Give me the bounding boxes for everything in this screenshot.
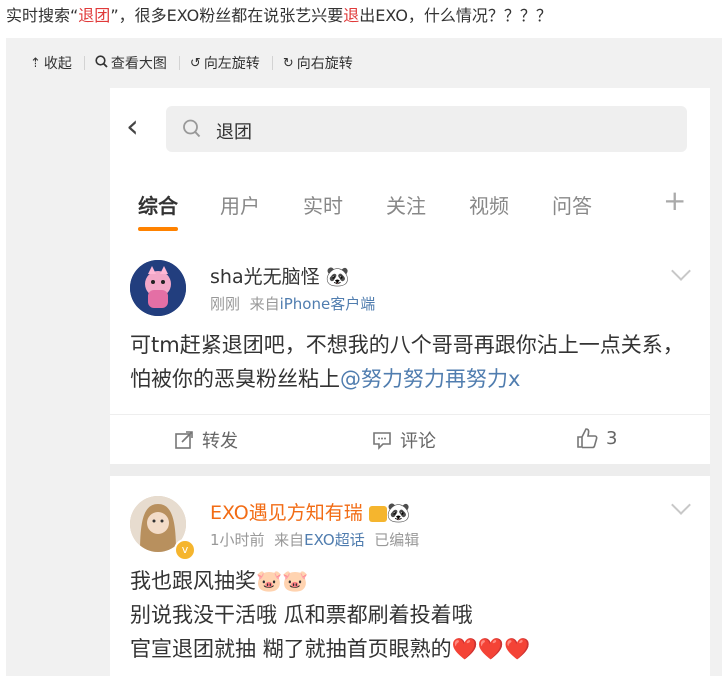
heart-emoji-icon: ❤️❤️❤️ (451, 637, 531, 661)
tab-following[interactable]: 关注 (386, 190, 426, 219)
post-line: 我也跟风抽奖🐷🐷 (130, 564, 690, 598)
repost-button[interactable]: 转发 (174, 427, 238, 453)
post-text: 我也跟风抽奖 (130, 569, 256, 593)
post-body: 可tm赶紧退团吧，不想我的八个哥哥再跟你沾上一点关系，怕被你的恶臭粉丝粘上@努力… (130, 328, 690, 396)
post-source[interactable]: EXO超话 (304, 531, 365, 549)
search-query: 退团 (216, 122, 252, 143)
tab-realtime[interactable]: 实时 (303, 190, 343, 219)
tab-users[interactable]: 用户 (220, 190, 260, 219)
active-tab-indicator (138, 227, 178, 231)
source-prefix: 来自 (249, 295, 280, 313)
search-bar-area: ‹ 退团 (110, 88, 710, 168)
view-large-label: 查看大图 (110, 56, 167, 72)
post-card: v EXO遇见方知有瑞 🐼 1小时前 来自EXO超话 已编辑 我也跟风抽奖🐷🐷 … (110, 476, 710, 676)
post-meta: 刚刚 来自iPhone客户端 (210, 293, 375, 314)
fan-badge-icon (368, 505, 387, 522)
post-meta: 1小时前 来自EXO超话 已编辑 (210, 529, 419, 550)
chevron-down-icon[interactable] (671, 261, 691, 281)
post-actions: 转发 评论 3 (110, 414, 710, 465)
headline-part: 实时搜索“ (6, 6, 79, 25)
post-time: 1小时前 (210, 531, 265, 549)
post-time: 刚刚 (210, 295, 241, 313)
collapse-icon: ⇡ (30, 55, 41, 71)
collapse-button[interactable]: ⇡ 收起 (30, 53, 72, 73)
divider (83, 56, 85, 70)
comment-button[interactable]: 评论 (372, 427, 436, 453)
tab-bar: 综合 用户 实时 关注 视频 问答 + (110, 168, 710, 239)
rotate-left-label: 向左旋转 (203, 56, 260, 72)
post-username[interactable]: EXO遇见方知有瑞 🐼 (210, 498, 410, 525)
divider (271, 56, 273, 70)
post-source[interactable]: iPhone客户端 (280, 295, 376, 313)
post-text: 官宣退团就抽 糊了就抽首页眼熟的 (130, 637, 452, 661)
rotate-left-button[interactable]: ↺ 向左旋转 (190, 53, 260, 73)
post-mention[interactable]: @努力努力再努力x (340, 367, 520, 391)
avatar[interactable] (130, 260, 186, 316)
rotate-right-label: 向右旋转 (296, 56, 353, 72)
headline-highlight: 退团 (78, 6, 111, 25)
repost-icon (175, 431, 193, 449)
view-large-button[interactable]: 查看大图 (95, 53, 167, 73)
divider (178, 56, 180, 70)
search-input[interactable]: 退团 (166, 106, 687, 152)
source-prefix: 来自 (274, 531, 305, 549)
rotate-right-button[interactable]: ↻ 向右旋转 (283, 53, 353, 73)
comment-icon (373, 432, 391, 450)
like-count: 3 (606, 427, 618, 449)
headline: 实时搜索“退团”，很多EXO粉丝都在说张艺兴要退出EXO，什么情况？？？？ (6, 3, 722, 29)
tab-video[interactable]: 视频 (469, 190, 509, 219)
post-body: 我也跟风抽奖🐷🐷 别说我没干活哦 瓜和票都刷着投着哦 官宣退团就抽 糊了就抽首页… (130, 564, 690, 666)
rotate-right-icon: ↻ (282, 55, 294, 71)
search-icon (183, 119, 201, 138)
username-text: sha光无脑怪 (210, 266, 320, 288)
headline-part: ”，很多EXO粉丝都在说张艺兴要 (110, 6, 344, 25)
post-line: 别说我没干活哦 瓜和票都刷着投着哦 (130, 603, 473, 627)
back-arrow-icon[interactable]: ‹ (126, 110, 139, 142)
comment-label: 评论 (400, 431, 436, 452)
like-button[interactable]: 3 (576, 427, 617, 449)
zoom-icon (95, 54, 108, 72)
rotate-left-icon: ↺ (189, 55, 201, 71)
panda-badge-icon: 🐼 (325, 266, 350, 288)
tab-qa[interactable]: 问答 (552, 190, 592, 219)
chevron-down-icon[interactable] (671, 495, 691, 515)
verified-badge-icon: v (174, 539, 196, 561)
repost-label: 转发 (202, 431, 238, 452)
panda-badge-icon: 🐼 (386, 502, 411, 524)
post-line: 官宣退团就抽 糊了就抽首页眼熟的❤️❤️❤️ (130, 632, 690, 666)
image-toolbar: ⇡ 收起 查看大图 ↺ 向左旋转 ↻ 向右旋转 (6, 38, 722, 88)
username-text: EXO遇见方知有瑞 (210, 502, 363, 524)
collapse-label: 收起 (43, 56, 72, 72)
post-card: sha光无脑怪 🐼 刚刚 来自iPhone客户端 可tm赶紧退团吧，不想我的八个… (110, 238, 710, 464)
thumbs-up-icon (577, 428, 598, 449)
tab-comprehensive[interactable]: 综合 (138, 190, 178, 219)
edited-label: 已编辑 (374, 531, 420, 549)
headline-highlight: 退 (343, 6, 360, 25)
add-icon[interactable]: + (663, 184, 686, 217)
pig-emoji-icon: 🐷🐷 (256, 569, 309, 593)
image-viewer: ⇡ 收起 查看大图 ↺ 向左旋转 ↻ 向右旋转 ‹ 退团 综合 用户 实时 关注… (6, 38, 722, 676)
headline-part: 出EXO，什么情况？？？？ (359, 6, 552, 25)
weibo-screenshot: ‹ 退团 综合 用户 实时 关注 视频 问答 + sha光无脑怪 🐼 刚刚 来自… (110, 88, 710, 676)
post-username[interactable]: sha光无脑怪 🐼 (210, 262, 349, 289)
